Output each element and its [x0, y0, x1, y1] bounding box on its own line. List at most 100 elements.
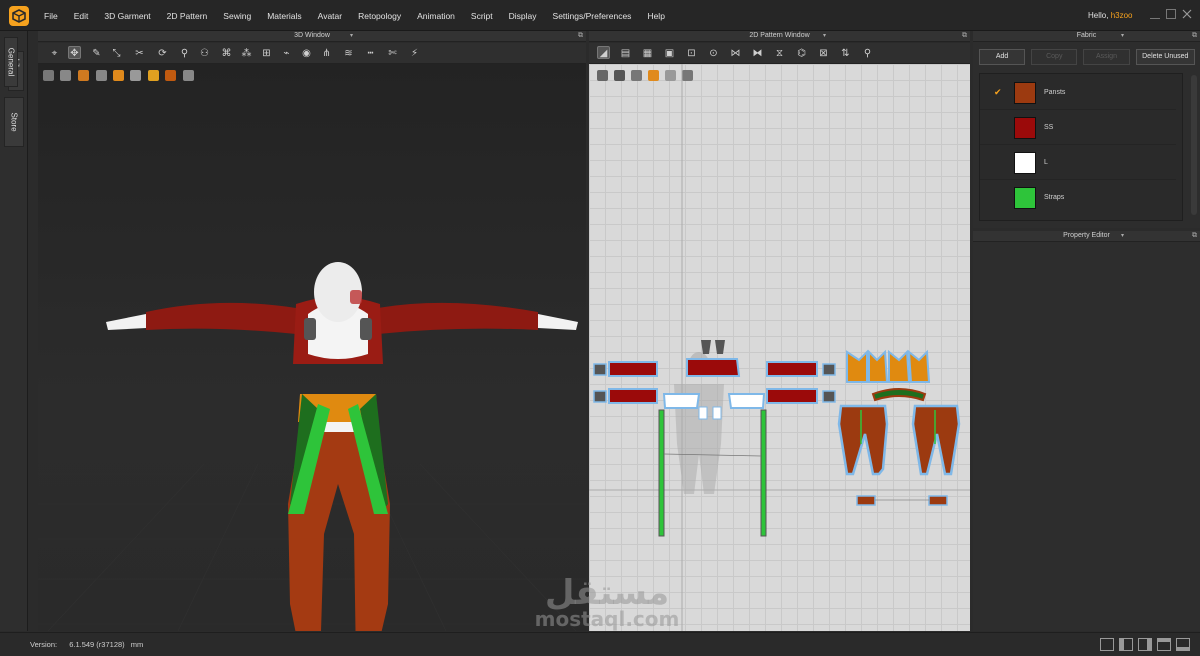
segment-pin-icon[interactable]: ⤡ — [110, 47, 123, 60]
fabric-item-straps[interactable]: Straps — [980, 181, 1176, 215]
fabric-item-l[interactable]: L — [980, 146, 1176, 180]
menu-materials[interactable]: Materials — [259, 11, 309, 21]
fabric-swatch[interactable] — [1014, 82, 1036, 104]
delete-unused-button[interactable]: Delete Unused — [1135, 49, 1195, 65]
menu-retopology[interactable]: Retopology — [350, 11, 409, 21]
fabric-swatch[interactable] — [1014, 152, 1036, 174]
fabric-panel: Fabric ▾ ⧉ Add Copy Assign Delete Unused… — [973, 31, 1200, 228]
property-editor-title: Property Editor — [1063, 232, 1110, 239]
menu-sewing[interactable]: Sewing — [215, 11, 259, 21]
menu-file[interactable]: File — [36, 11, 66, 21]
restore-button[interactable] — [1166, 9, 1176, 19]
puckering-icon[interactable]: ≋ — [342, 47, 355, 60]
fabric-title-bar: Fabric ▾ ⧉ — [973, 31, 1200, 42]
tab-store-label: Store — [9, 112, 19, 132]
arrangement-icon[interactable]: ⚲ — [178, 47, 191, 60]
version-info: Version: 6.1.549 (r37128) mm — [30, 640, 143, 649]
avatar-pin-icon[interactable]: ⚇ — [198, 47, 211, 60]
sewing-icon[interactable]: ⁂ — [240, 47, 253, 60]
watermark-latin: mostaql.com — [534, 607, 680, 631]
username[interactable]: h3zoo — [1111, 11, 1133, 20]
menu-2d-pattern[interactable]: 2D Pattern — [159, 11, 216, 21]
simulation-icon[interactable]: ⚡ — [408, 47, 421, 60]
move-tool-icon[interactable]: ✥ — [68, 46, 81, 59]
transform-pattern-icon[interactable]: ◢ — [597, 46, 610, 59]
fabric-swatch[interactable] — [1014, 187, 1036, 209]
tab-store[interactable]: Store — [4, 97, 24, 147]
user-greeting: Hello, h3zoo — [1088, 11, 1132, 20]
fabric-button-row: Add Copy Assign Delete Unused — [979, 49, 1195, 65]
measure-icon[interactable]: ⊞ — [260, 47, 273, 60]
dropdown-arrow-icon[interactable]: ▾ — [1121, 231, 1124, 241]
pin-2d-icon[interactable]: ⇅ — [839, 47, 852, 60]
menu-settings-preferences[interactable]: Settings/Preferences — [545, 11, 640, 21]
watermark: مستقل mostaql.com — [527, 575, 687, 631]
greeting-text: Hello, — [1088, 11, 1109, 20]
menu-animation[interactable]: Animation — [409, 11, 463, 21]
texture-edit-icon[interactable]: ⊠ — [817, 47, 830, 60]
trim-icon[interactable]: ✄ — [386, 47, 399, 60]
layout-3d-2d-icon[interactable] — [1138, 638, 1152, 651]
fold-arrangement-icon[interactable]: ⌬ — [795, 47, 808, 60]
fabric-item-ss[interactable]: SS — [980, 111, 1176, 145]
toolbar-3d: ⌖ ✥ ✎ ⤡ ✂ ⟳ ⚲ ⚇ ⌘ ⁂ ⊞ ⌁ ◉ ⋔ ≋ ┅ ✄ ⚡ — [38, 43, 586, 64]
avatar-scene — [38, 70, 586, 631]
fabric-item-pansts[interactable]: ✔ Pansts — [980, 76, 1176, 110]
viewport-2d[interactable] — [589, 64, 970, 631]
undock-icon[interactable]: ⧉ — [1192, 31, 1197, 41]
edit-pattern-icon[interactable]: ▤ — [619, 47, 632, 60]
side-tab-bar: Library General Store — [0, 31, 28, 631]
add-fabric-button[interactable]: Add — [979, 49, 1026, 65]
polygon-icon[interactable]: ▣ — [663, 47, 676, 60]
fold-tool-icon[interactable]: ⟳ — [156, 47, 169, 60]
internal-polygon-icon[interactable]: ⊙ — [707, 47, 720, 60]
edit-point-icon[interactable]: ▦ — [641, 47, 654, 60]
app-logo-icon[interactable] — [9, 6, 29, 26]
zipper-icon[interactable]: ⋔ — [320, 47, 333, 60]
menu-edit[interactable]: Edit — [66, 11, 97, 21]
menu-display[interactable]: Display — [501, 11, 545, 21]
fabric-scrollbar[interactable] — [1191, 75, 1197, 215]
status-bar: Version: 6.1.549 (r37128) mm — [0, 632, 1200, 656]
dart-icon[interactable]: ⋈ — [729, 47, 742, 60]
copy-fabric-button[interactable]: Copy — [1031, 49, 1078, 65]
window-3d: 3D Window ▾ ⧉ ⌖ ✥ ✎ ⤡ ✂ ⟳ ⚲ ⚇ ⌘ ⁂ ⊞ ⌁ ◉ … — [38, 31, 586, 631]
avatar-guide-icon[interactable]: ⚲ — [861, 47, 874, 60]
window-3d-title: 3D Window — [294, 32, 330, 39]
window-controls — [1150, 9, 1192, 19]
layout-custom-icon[interactable] — [1176, 638, 1190, 651]
close-button[interactable] — [1182, 9, 1192, 19]
undock-icon[interactable]: ⧉ — [1192, 231, 1197, 241]
select-mesh-icon[interactable]: ⌖ — [48, 47, 61, 60]
fabric-swatch[interactable] — [1014, 117, 1036, 139]
layout-split-icon[interactable] — [1119, 638, 1133, 651]
menu-avatar[interactable]: Avatar — [310, 11, 350, 21]
tab-general[interactable]: General — [4, 37, 18, 87]
fabric-name: L — [1044, 159, 1048, 166]
segment-sewing-icon[interactable]: ⧓ — [751, 47, 764, 60]
free-sewing-icon[interactable]: ⧖ — [773, 47, 786, 60]
assign-fabric-button[interactable]: Assign — [1083, 49, 1130, 65]
cut-tool-icon[interactable]: ✂ — [133, 47, 146, 60]
menu-3d-garment[interactable]: 3D Garment — [96, 11, 158, 21]
menu-help[interactable]: Help — [639, 11, 672, 21]
topstitch-icon[interactable]: ┅ — [364, 47, 377, 60]
layout-single-icon[interactable] — [1100, 638, 1114, 651]
minimize-button[interactable] — [1150, 9, 1160, 19]
tape-icon[interactable]: ⌁ — [280, 47, 293, 60]
dropdown-arrow-icon[interactable]: ▾ — [823, 31, 826, 41]
button-tool-icon[interactable]: ◉ — [300, 47, 313, 60]
dropdown-arrow-icon[interactable]: ▾ — [350, 31, 353, 41]
undock-icon[interactable]: ⧉ — [962, 31, 967, 41]
toolbar-2d: ◢ ▤ ▦ ▣ ⊡ ⊙ ⋈ ⧓ ⧖ ⌬ ⊠ ⇅ ⚲ — [589, 43, 970, 64]
undock-icon[interactable]: ⧉ — [578, 31, 583, 41]
dropdown-arrow-icon[interactable]: ▾ — [1121, 31, 1124, 41]
property-editor-panel: Property Editor ▾ ⧉ — [973, 231, 1200, 631]
fabric-name: Pansts — [1044, 89, 1066, 96]
pin-tool-icon[interactable]: ✎ — [90, 47, 103, 60]
viewport-3d[interactable] — [38, 64, 586, 631]
tack-icon[interactable]: ⌘ — [220, 47, 233, 60]
menu-script[interactable]: Script — [463, 11, 501, 21]
rectangle-icon[interactable]: ⊡ — [685, 47, 698, 60]
layout-quad-icon[interactable] — [1157, 638, 1171, 651]
